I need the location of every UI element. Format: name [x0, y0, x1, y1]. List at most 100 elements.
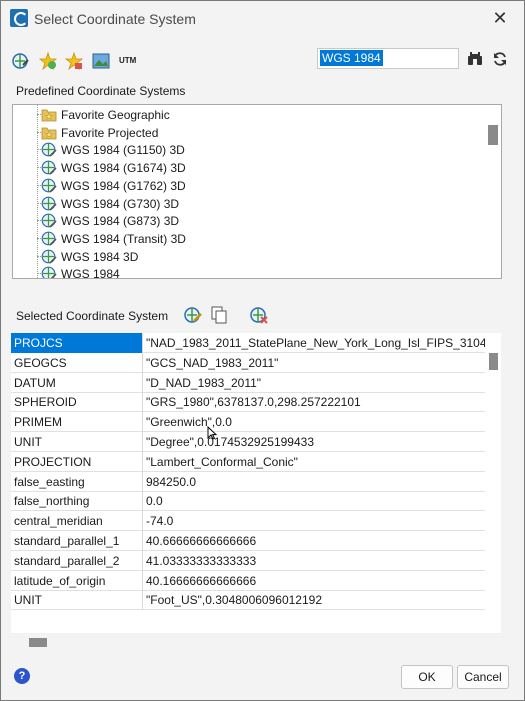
property-value-cell[interactable]: 984250.0 [144, 472, 485, 492]
tree-scrollbar[interactable] [484, 105, 501, 278]
binoculars-icon[interactable] [467, 52, 483, 66]
dialog-title: Select Coordinate System [34, 11, 196, 27]
utm-button[interactable]: UTM [119, 56, 136, 65]
property-value-cell[interactable]: "Degree",0.0174532925199433 [144, 432, 485, 452]
tree-item-label: WGS 1984 (G730) 3D [61, 196, 180, 211]
property-value-cell[interactable]: "D_NAD_1983_2011" [144, 373, 485, 393]
tree-item[interactable]: WGS 1984 (Transit) 3D [13, 230, 483, 247]
property-value-cell[interactable]: -74.0 [144, 511, 485, 531]
property-name-cell[interactable]: SPHEROID [11, 392, 143, 413]
property-name-cell[interactable]: UNIT [11, 432, 143, 452]
clear-coordinate-system-icon[interactable] [250, 306, 268, 324]
property-name-cell[interactable]: standard_parallel_1 [11, 531, 143, 551]
tree-item-label: WGS 1984 (Transit) 3D [61, 231, 186, 246]
app-icon [10, 9, 28, 27]
grid-vertical-scrollbar[interactable] [485, 333, 501, 633]
properties-grid[interactable]: PROJCS "NAD_1983_2011_StatePlane_New_York… [11, 333, 501, 633]
property-value-cell[interactable]: 41.03333333333333 [144, 551, 485, 571]
mouse-cursor-icon [207, 426, 217, 440]
table-row[interactable]: UNIT "Foot_US",0.3048006096012192 [11, 590, 485, 611]
folder-star-icon [41, 109, 57, 122]
table-row[interactable]: GEOGCS "GCS_NAD_1983_2011" [11, 352, 485, 373]
globe-icon [41, 249, 57, 264]
search-input-value: WGS 1984 [320, 50, 383, 66]
globe-icon [41, 266, 57, 278]
grid-vertical-scrollbar-thumb[interactable] [489, 353, 498, 370]
search-input[interactable]: WGS 1984 [317, 48, 459, 69]
globe-icon [41, 178, 57, 193]
help-icon[interactable]: ? [14, 668, 30, 684]
globe-icon [41, 231, 57, 246]
globe-icon [41, 196, 57, 211]
tree-item[interactable]: WGS 1984 (G730) 3D [13, 195, 483, 212]
property-name-cell[interactable]: standard_parallel_2 [11, 550, 143, 571]
edit-coordinate-system-icon[interactable] [184, 306, 202, 324]
property-name-cell[interactable]: false_northing [11, 491, 143, 512]
property-value-cell[interactable]: 40.16666666666666 [144, 571, 485, 591]
table-row[interactable]: DATUM "D_NAD_1983_2011" [11, 372, 485, 393]
table-row[interactable]: latitude_of_origin 40.16666666666666 [11, 570, 485, 591]
property-name-cell[interactable]: central_meridian [11, 511, 143, 532]
tree-item-label: WGS 1984 [61, 267, 120, 279]
tree-item[interactable]: WGS 1984 (G873) 3D [13, 212, 483, 229]
property-value-cell[interactable]: 40.66666666666666 [144, 531, 485, 551]
tree-item[interactable]: WGS 1984 [13, 265, 483, 279]
tree-item-label: WGS 1984 (G1762) 3D [61, 178, 186, 193]
property-value-cell[interactable]: "GRS_1980",6378137.0,298.257222101 [144, 392, 485, 412]
favorite-star-icon[interactable] [39, 52, 57, 70]
folder-star-icon [41, 127, 57, 140]
table-row[interactable]: SPHEROID "GRS_1980",6378137.0,298.2572221… [11, 392, 485, 413]
globe-icon [41, 160, 57, 175]
cancel-button[interactable]: Cancel [457, 665, 509, 689]
property-name-cell[interactable]: latitude_of_origin [11, 570, 143, 591]
tree-item[interactable]: WGS 1984 (G1150) 3D [13, 141, 483, 158]
table-row[interactable]: PROJCS "NAD_1983_2011_StatePlane_New_York… [11, 333, 485, 353]
selected-section-label: Selected Coordinate System [16, 309, 169, 323]
close-button[interactable]: ✕ [488, 7, 512, 29]
property-name-cell[interactable]: PROJECTION [11, 451, 143, 472]
grid-horizontal-scrollbar[interactable] [11, 633, 501, 650]
property-value-cell[interactable]: "Greenwich",0.0 [144, 412, 485, 432]
property-value-cell[interactable]: "Foot_US",0.3048006096012192 [144, 590, 485, 610]
property-name-cell[interactable]: GEOGCS [11, 352, 143, 373]
table-row[interactable]: UNIT "Degree",0.0174532925199433 [11, 432, 485, 452]
property-name-cell[interactable]: UNIT [11, 590, 143, 611]
property-name-cell[interactable]: PRIMEM [11, 412, 143, 433]
tree-item-label: Favorite Projected [61, 125, 159, 140]
property-name-cell[interactable]: false_easting [11, 471, 143, 492]
property-value-cell[interactable]: "Lambert_Conformal_Conic" [144, 452, 485, 472]
new-coordinate-system-icon[interactable] [12, 52, 30, 70]
tree-item[interactable]: WGS 1984 (G1674) 3D [13, 159, 483, 176]
grid-horizontal-scrollbar-thumb[interactable] [29, 638, 47, 647]
select-coordinate-system-dialog: Select Coordinate System ✕ UTM WGS 1984 … [0, 0, 525, 701]
title-bar: Select Coordinate System ✕ [1, 1, 524, 35]
tree-item[interactable]: Favorite Projected [13, 124, 483, 141]
map-image-icon[interactable] [92, 52, 110, 70]
predefined-tree[interactable]: Favorite Geographic Favorite Projected WGS… [12, 104, 502, 279]
table-row[interactable]: standard_parallel_1 40.66666666666666 [11, 531, 485, 551]
property-value-cell[interactable]: 0.0 [144, 491, 485, 511]
tree-item[interactable]: Favorite Geographic [13, 106, 483, 123]
table-row[interactable]: false_easting 984250.0 [11, 471, 485, 492]
ok-button[interactable]: OK [401, 665, 453, 689]
table-row[interactable]: PROJECTION "Lambert_Conformal_Conic" [11, 451, 485, 472]
tree-item-label: WGS 1984 3D [61, 249, 139, 264]
table-row[interactable]: central_meridian -74.0 [11, 511, 485, 532]
property-name-cell[interactable]: PROJCS [11, 333, 143, 353]
table-row[interactable]: standard_parallel_2 41.03333333333333 [11, 550, 485, 571]
tree-item-label: WGS 1984 (G873) 3D [61, 214, 180, 229]
tree-item[interactable]: WGS 1984 (G1762) 3D [13, 177, 483, 194]
tree-item[interactable]: WGS 1984 3D [13, 248, 483, 265]
table-row[interactable]: PRIMEM "Greenwich",0.0 [11, 412, 485, 433]
tree-item-label: WGS 1984 (G1674) 3D [61, 161, 186, 176]
refresh-icon[interactable] [492, 51, 508, 67]
tree-scrollbar-thumb[interactable] [488, 125, 498, 145]
property-value-cell[interactable]: "NAD_1983_2011_StatePlane_New_York_Long_… [144, 333, 485, 353]
globe-icon [41, 142, 57, 157]
favorite-projected-icon[interactable] [65, 52, 83, 70]
table-row[interactable]: false_northing 0.0 [11, 491, 485, 512]
property-value-cell[interactable]: "GCS_NAD_1983_2011" [144, 353, 485, 373]
copy-icon[interactable] [210, 306, 228, 324]
property-name-cell[interactable]: DATUM [11, 372, 143, 393]
tree-item-label: WGS 1984 (G1150) 3D [61, 143, 185, 158]
